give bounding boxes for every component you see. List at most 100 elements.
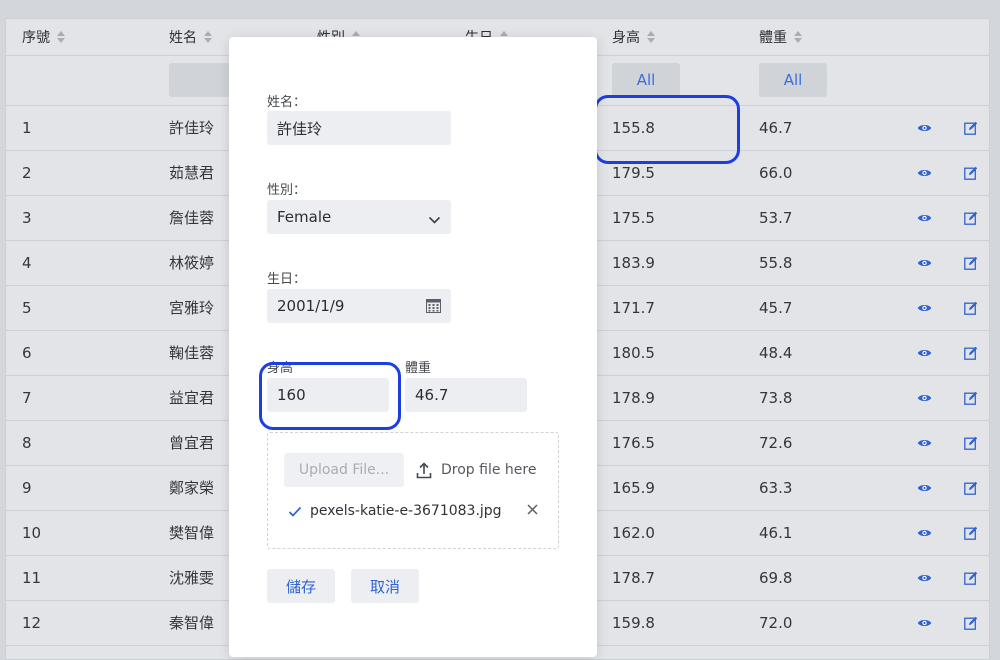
row-id: 3 bbox=[22, 208, 32, 227]
row-name: 林筱婷 bbox=[169, 254, 215, 272]
drop-file-text: Drop file here bbox=[441, 462, 537, 478]
edit-icon[interactable] bbox=[959, 150, 983, 195]
eye-icon[interactable] bbox=[912, 105, 936, 150]
drop-file-hint: Drop file here bbox=[416, 453, 536, 487]
column-header-label: 體重 bbox=[759, 30, 787, 46]
row-name: 鄭家榮 bbox=[169, 479, 215, 497]
row-name: 鞠佳蓉 bbox=[169, 344, 215, 362]
name-input[interactable]: 許佳玲 bbox=[267, 111, 451, 145]
file-drop-zone[interactable]: Upload File... Drop file here pexels-kat… bbox=[267, 432, 559, 549]
column-header-label: 序號 bbox=[22, 30, 50, 46]
row-id: 1 bbox=[22, 118, 32, 137]
weight-input[interactable]: 46.7 bbox=[405, 378, 527, 412]
eye-icon[interactable] bbox=[912, 465, 936, 510]
sort-icon[interactable] bbox=[204, 31, 212, 43]
row-id: 5 bbox=[22, 298, 32, 317]
row-height: 183.9 bbox=[612, 253, 655, 272]
column-header-name[interactable]: 姓名 bbox=[169, 19, 212, 55]
cancel-button[interactable]: 取消 bbox=[351, 569, 419, 603]
row-id: 8 bbox=[22, 433, 32, 452]
chevron-down-icon bbox=[428, 211, 441, 229]
eye-icon[interactable] bbox=[912, 420, 936, 465]
weight-label: 體重 bbox=[405, 361, 432, 376]
row-name: 宮雅玲 bbox=[169, 299, 215, 317]
row-height: 162.0 bbox=[612, 523, 655, 542]
row-height: 175.5 bbox=[612, 208, 655, 227]
row-id: 7 bbox=[22, 388, 32, 407]
edit-icon[interactable] bbox=[959, 375, 983, 420]
weight-filter-button[interactable]: All bbox=[759, 63, 827, 97]
sort-icon[interactable] bbox=[794, 31, 802, 43]
column-header-weight[interactable]: 體重 bbox=[759, 19, 802, 55]
row-weight: 72.6 bbox=[759, 433, 793, 452]
edit-icon[interactable] bbox=[959, 285, 983, 330]
gender-select-value: Female bbox=[277, 208, 332, 226]
edit-icon[interactable] bbox=[959, 420, 983, 465]
row-height: 171.7 bbox=[612, 298, 655, 317]
edit-modal: 姓名： 許佳玲 性別： Female 生日： 2001/1/9 身高 160 體… bbox=[229, 37, 597, 657]
row-weight: 66.0 bbox=[759, 163, 793, 182]
uploaded-file-item: pexels-katie-e-3671083.jpg bbox=[288, 501, 502, 521]
eye-icon[interactable] bbox=[912, 600, 936, 645]
row-weight: 45.7 bbox=[759, 298, 793, 317]
birthday-label: 生日： bbox=[267, 272, 307, 287]
row-name: 曾宜君 bbox=[169, 434, 215, 452]
row-id: 2 bbox=[22, 163, 32, 182]
edit-icon[interactable] bbox=[959, 465, 983, 510]
birthday-input[interactable]: 2001/1/9 bbox=[267, 289, 451, 323]
row-height: 176.5 bbox=[612, 433, 655, 452]
eye-icon[interactable] bbox=[912, 510, 936, 555]
gender-label: 性別： bbox=[267, 183, 307, 198]
eye-icon[interactable] bbox=[912, 150, 936, 195]
edit-icon[interactable] bbox=[959, 555, 983, 600]
row-id: 9 bbox=[22, 478, 32, 497]
column-header-id[interactable]: 序號 bbox=[22, 19, 65, 55]
row-weight: 69.8 bbox=[759, 568, 793, 587]
eye-icon[interactable] bbox=[912, 240, 936, 285]
height-input-highlight-annotation bbox=[259, 362, 401, 430]
height-filter-button[interactable]: All bbox=[612, 63, 680, 97]
row-weight: 73.8 bbox=[759, 388, 793, 407]
row-weight: 63.3 bbox=[759, 478, 793, 497]
edit-icon[interactable] bbox=[959, 195, 983, 240]
row-height: 180.5 bbox=[612, 343, 655, 362]
upload-file-button[interactable]: Upload File... bbox=[284, 453, 404, 487]
eye-icon[interactable] bbox=[912, 375, 936, 420]
eye-icon[interactable] bbox=[912, 285, 936, 330]
column-header-height[interactable]: 身高 bbox=[612, 19, 655, 55]
uploaded-file-name: pexels-katie-e-3671083.jpg bbox=[310, 503, 502, 519]
row-weight: 53.7 bbox=[759, 208, 793, 227]
edit-icon[interactable] bbox=[959, 105, 983, 150]
close-icon[interactable] bbox=[524, 499, 540, 519]
calendar-icon[interactable] bbox=[426, 298, 441, 317]
row-id: 11 bbox=[22, 568, 42, 587]
check-icon bbox=[288, 506, 302, 517]
name-filter-button[interactable] bbox=[169, 63, 237, 97]
row-height: 159.8 bbox=[612, 613, 655, 632]
name-label: 姓名： bbox=[267, 95, 307, 110]
eye-icon[interactable] bbox=[912, 195, 936, 240]
row-id: 4 bbox=[22, 253, 32, 272]
save-button[interactable]: 儲存 bbox=[267, 569, 335, 603]
row-name: 茹慧君 bbox=[169, 164, 215, 182]
birthday-value: 2001/1/9 bbox=[277, 297, 345, 315]
eye-icon[interactable] bbox=[912, 330, 936, 375]
row-name: 許佳玲 bbox=[169, 119, 215, 137]
row-height: 178.9 bbox=[612, 388, 655, 407]
row-name: 秦智偉 bbox=[169, 614, 215, 632]
edit-icon[interactable] bbox=[959, 330, 983, 375]
sort-icon[interactable] bbox=[647, 31, 655, 43]
row-name: 詹佳蓉 bbox=[169, 209, 215, 227]
row-weight: 55.8 bbox=[759, 253, 793, 272]
edit-icon[interactable] bbox=[959, 510, 983, 555]
row-height: 178.7 bbox=[612, 568, 655, 587]
gender-select[interactable]: Female bbox=[267, 200, 451, 234]
edit-icon[interactable] bbox=[959, 240, 983, 285]
edit-icon[interactable] bbox=[959, 600, 983, 645]
eye-icon[interactable] bbox=[912, 555, 936, 600]
column-header-label: 身高 bbox=[612, 30, 640, 46]
sort-icon[interactable] bbox=[57, 31, 65, 43]
upload-icon bbox=[416, 461, 432, 479]
row-weight: 46.1 bbox=[759, 523, 793, 542]
column-header-label: 姓名 bbox=[169, 30, 197, 46]
